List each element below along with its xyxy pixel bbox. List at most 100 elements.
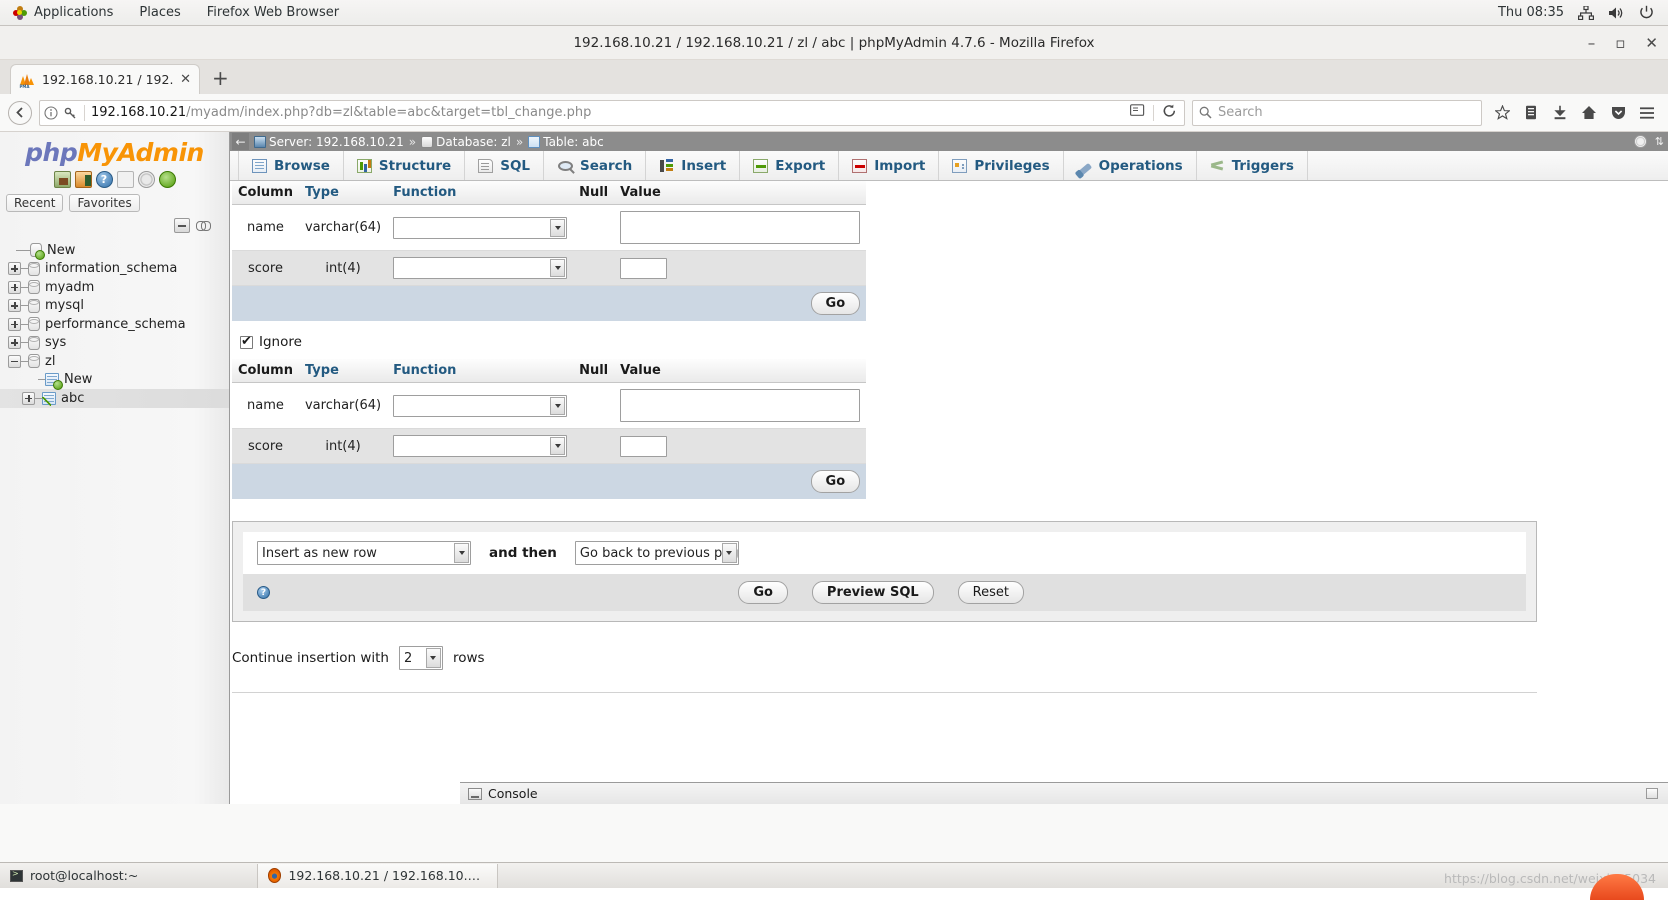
tree-item-abc[interactable]: abc bbox=[0, 389, 229, 408]
tab-insert[interactable]: Insert bbox=[646, 151, 740, 180]
after-action-select-wrapper[interactable]: Go back to previous page bbox=[575, 541, 739, 565]
tab-search[interactable]: Search bbox=[544, 151, 646, 180]
minimize-button[interactable]: – bbox=[1588, 36, 1596, 51]
after-insert-action-select[interactable]: Go back to previous page bbox=[575, 541, 739, 565]
volume-icon[interactable] bbox=[1608, 6, 1625, 20]
function-select-wrapper[interactable] bbox=[393, 435, 567, 457]
home-icon[interactable] bbox=[54, 171, 71, 188]
function-select-score-1[interactable] bbox=[393, 257, 567, 279]
tab-structure[interactable]: Structure bbox=[344, 151, 465, 180]
tree-item-information-schema[interactable]: information_schema bbox=[0, 260, 229, 279]
tree-item-performance-schema[interactable]: performance_schema bbox=[0, 315, 229, 334]
home-icon[interactable] bbox=[1576, 100, 1602, 126]
tree-item-new-table[interactable]: New bbox=[0, 371, 229, 390]
function-select-wrapper[interactable] bbox=[393, 395, 567, 417]
ignore-checkbox[interactable] bbox=[240, 336, 253, 349]
expand-toggle-icon[interactable] bbox=[8, 281, 21, 294]
rows-count-select-wrapper[interactable]: 2 bbox=[399, 646, 443, 670]
url-bar[interactable]: 192.168.10.21/myadm/index.php?db=zl&tabl… bbox=[39, 100, 1185, 126]
go-button-submit[interactable]: Go bbox=[738, 581, 788, 604]
tab-export[interactable]: Export bbox=[740, 151, 839, 180]
maximize-button[interactable]: ▫ bbox=[1615, 36, 1625, 51]
tab-import[interactable]: Import bbox=[839, 151, 939, 180]
value-input-name-2[interactable] bbox=[620, 389, 860, 422]
reader-view-icon[interactable] bbox=[1130, 104, 1145, 121]
rows-count-select[interactable]: 2 bbox=[399, 646, 443, 670]
power-icon[interactable] bbox=[1639, 5, 1654, 20]
firefox-web-browser-menu[interactable]: Firefox Web Browser bbox=[194, 0, 352, 26]
expand-toggle-icon[interactable] bbox=[22, 392, 35, 405]
function-select-name-2[interactable] bbox=[393, 395, 567, 417]
breadcrumb-table[interactable]: Table: abc bbox=[528, 135, 603, 149]
tab-browse[interactable]: Browse bbox=[238, 151, 344, 180]
favorites-button[interactable]: Favorites bbox=[69, 194, 139, 212]
bookmark-star-icon[interactable] bbox=[1489, 100, 1515, 126]
expand-toggle-icon[interactable] bbox=[8, 318, 21, 331]
tab-privileges[interactable]: Privileges bbox=[939, 151, 1063, 180]
ignore-row[interactable]: Ignore bbox=[240, 334, 1668, 350]
settings-gear-icon[interactable] bbox=[138, 171, 155, 188]
tree-item-sys[interactable]: sys bbox=[0, 334, 229, 353]
recent-button[interactable]: Recent bbox=[6, 194, 63, 212]
phpmyadmin-logo[interactable]: phpMyAdmin bbox=[0, 132, 229, 167]
network-icon[interactable] bbox=[1578, 6, 1594, 20]
function-select-wrapper[interactable] bbox=[393, 217, 567, 239]
page-info-icon[interactable] bbox=[44, 106, 58, 120]
function-select-score-2[interactable] bbox=[393, 435, 567, 457]
value-input-score-1[interactable] bbox=[620, 258, 667, 279]
collapse-all-icon[interactable] bbox=[174, 218, 190, 233]
taskbar-item-firefox[interactable]: 192.168.10.21 / 192.168.10.21 / z... bbox=[258, 864, 498, 888]
expand-toggle-icon[interactable] bbox=[8, 299, 21, 312]
tab-sql[interactable]: SQL bbox=[465, 151, 544, 180]
go-button-2[interactable]: Go bbox=[811, 470, 861, 493]
docs-icon[interactable] bbox=[117, 171, 134, 188]
logout-icon[interactable] bbox=[75, 171, 92, 188]
clock[interactable]: Thu 08:35 bbox=[1498, 5, 1564, 20]
collapse-toggle-icon[interactable] bbox=[8, 355, 21, 368]
function-select-wrapper[interactable] bbox=[393, 257, 567, 279]
help-icon[interactable]: ? bbox=[257, 586, 270, 599]
help-icon[interactable]: ? bbox=[96, 171, 113, 188]
library-icon[interactable] bbox=[1518, 100, 1544, 126]
value-input-score-2[interactable] bbox=[620, 436, 667, 457]
hamburger-menu-icon[interactable] bbox=[1634, 100, 1660, 126]
places-menu[interactable]: Places bbox=[126, 0, 193, 26]
pocket-icon[interactable] bbox=[1605, 100, 1631, 126]
tab-triggers[interactable]: Triggers bbox=[1197, 151, 1308, 180]
expand-toggle-icon[interactable] bbox=[8, 336, 21, 349]
value-input-name-1[interactable] bbox=[620, 211, 860, 244]
new-tab-button[interactable]: + bbox=[200, 64, 241, 94]
breadcrumb-database[interactable]: Database: zl bbox=[421, 135, 511, 149]
link-with-main-panel-icon[interactable] bbox=[196, 221, 211, 230]
permissions-key-icon[interactable] bbox=[64, 106, 78, 120]
breadcrumb-server[interactable]: Server: 192.168.10.21 bbox=[254, 135, 404, 149]
tree-item-mysql[interactable]: mysql bbox=[0, 297, 229, 316]
back-icon[interactable] bbox=[8, 101, 32, 125]
reload-navigation-icon[interactable] bbox=[159, 171, 176, 188]
cell-value bbox=[614, 205, 866, 251]
preview-sql-button[interactable]: Preview SQL bbox=[812, 581, 934, 604]
expand-toggle-icon[interactable] bbox=[8, 262, 21, 275]
close-tab-icon[interactable]: ✕ bbox=[180, 72, 191, 87]
settings-gear-icon[interactable] bbox=[1634, 135, 1647, 148]
search-bar[interactable]: Search bbox=[1192, 100, 1482, 126]
tree-item-new-database[interactable]: New bbox=[0, 241, 229, 260]
tree-item-zl[interactable]: zl bbox=[0, 352, 229, 371]
insert-mode-select[interactable]: Insert as new row bbox=[257, 541, 471, 565]
tree-item-myadm[interactable]: myadm bbox=[0, 278, 229, 297]
go-button-1[interactable]: Go bbox=[811, 292, 861, 315]
close-button[interactable]: ✕ bbox=[1645, 36, 1658, 51]
collapse-panel-icon[interactable]: ⇅ bbox=[1655, 135, 1664, 148]
taskbar-item-terminal[interactable]: root@localhost:~ bbox=[0, 864, 258, 888]
console-bar[interactable]: Console bbox=[460, 782, 1668, 804]
function-select-name-1[interactable] bbox=[393, 217, 567, 239]
breadcrumb-back-button[interactable]: ← bbox=[232, 133, 249, 150]
insert-mode-select-wrapper[interactable]: Insert as new row bbox=[257, 541, 471, 565]
console-expand-icon[interactable] bbox=[1646, 788, 1658, 799]
reload-icon[interactable] bbox=[1162, 104, 1177, 122]
browser-tab[interactable]: PMA 192.168.10.21 / 192.1... ✕ bbox=[10, 64, 200, 94]
tab-operations[interactable]: Operations bbox=[1064, 151, 1197, 180]
downloads-icon[interactable] bbox=[1547, 100, 1573, 126]
applications-menu[interactable]: Applications bbox=[0, 0, 126, 26]
reset-button[interactable]: Reset bbox=[958, 581, 1024, 604]
